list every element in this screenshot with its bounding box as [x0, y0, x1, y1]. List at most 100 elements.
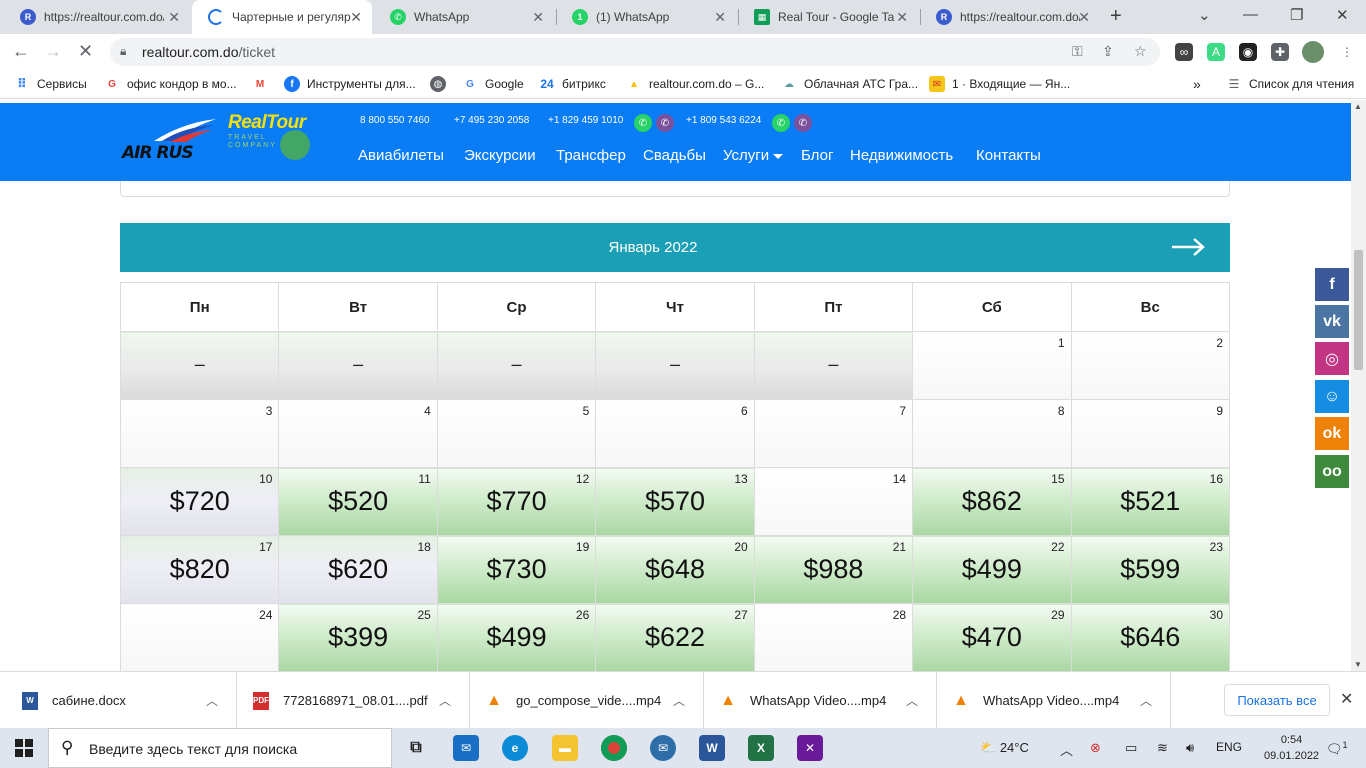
- chevron-up-icon[interactable]: ︿: [206, 692, 218, 709]
- volume-icon[interactable]: 🔊︎: [1186, 740, 1194, 756]
- bookmark-item[interactable]: ☁ Облачная АТС Гра...: [781, 76, 918, 92]
- facebook-icon[interactable]: f: [1315, 268, 1349, 301]
- input-language[interactable]: ENG: [1216, 740, 1242, 754]
- chevron-up-icon[interactable]: ︿: [439, 692, 451, 709]
- calendar-day-price-cell[interactable]: 18 $620: [278, 535, 438, 604]
- nav-blog[interactable]: Блог: [801, 147, 833, 164]
- extension-android-icon[interactable]: A: [1207, 43, 1225, 61]
- battery-icon[interactable]: ▭: [1125, 740, 1137, 756]
- download-item[interactable]: W сабине.docx ︿: [0, 672, 237, 729]
- bookmark-item[interactable]: ✉ 1 · Входящие — Ян...: [929, 76, 1070, 92]
- bookmark-item[interactable]: G Google: [462, 76, 524, 92]
- edge-icon[interactable]: e: [502, 735, 528, 761]
- download-item[interactable]: PDF 7728168971_08.01....pdf ︿: [237, 672, 470, 729]
- word-app-icon[interactable]: W: [699, 735, 725, 761]
- calendar-day-price-cell[interactable]: 22 $499: [912, 535, 1072, 604]
- phone-link[interactable]: +1 809 543 6224: [686, 115, 761, 126]
- bookmark-item[interactable]: M: [252, 76, 275, 92]
- thunderbird-icon[interactable]: ✉: [650, 735, 676, 761]
- url-text[interactable]: realtour.com.do/ticket: [142, 44, 275, 60]
- calendar-day-price-cell[interactable]: 23 $599: [1070, 535, 1231, 604]
- moimir-icon[interactable]: ☺: [1315, 380, 1349, 413]
- page-scrollbar[interactable]: ▲ ▼: [1351, 100, 1366, 671]
- phone-link[interactable]: +1 829 459 1010: [548, 115, 623, 126]
- download-item[interactable]: ▲ WhatsApp Video....mp4 ︿: [704, 672, 937, 729]
- extensions-puzzle-icon[interactable]: ✚: [1271, 43, 1289, 61]
- scroll-down-icon[interactable]: ▼: [1354, 660, 1362, 669]
- browser-tab[interactable]: 1 (1) WhatsApp ✕: [556, 0, 736, 34]
- phone-link[interactable]: +7 495 230 2058: [454, 115, 529, 126]
- bookmark-star-icon[interactable]: ☆: [1134, 43, 1147, 60]
- calendar-day-price-cell[interactable]: 17 $820: [119, 535, 280, 604]
- notifications-icon[interactable]: 🗨︎1: [1326, 740, 1348, 757]
- browser-tab[interactable]: ▦ Real Tour - Google Ta ✕: [738, 0, 918, 34]
- maximize-icon[interactable]: ❐: [1290, 6, 1303, 24]
- file-explorer-icon[interactable]: ▬: [552, 735, 578, 761]
- bookmark-item[interactable]: ▲ realtour.com.do – G...: [626, 76, 764, 92]
- instagram-icon[interactable]: ◎: [1315, 342, 1349, 375]
- task-view-icon[interactable]: ⧉: [403, 735, 429, 761]
- realtour-logo[interactable]: RealTour TRAVEL COMPANY: [228, 112, 310, 160]
- media-app-icon[interactable]: ✕: [797, 735, 823, 761]
- calendar-day-price-cell[interactable]: 19 $730: [436, 535, 597, 604]
- calendar-day-price-cell[interactable]: 15 $862: [912, 467, 1072, 536]
- browser-tab[interactable]: R https://realtour.com.do/ ✕: [920, 0, 1100, 34]
- close-shelf-icon[interactable]: ✕: [1340, 689, 1353, 709]
- new-tab-icon[interactable]: +: [1110, 5, 1122, 28]
- close-window-icon[interactable]: ✕: [1336, 6, 1349, 24]
- calendar-day-price-cell[interactable]: 12 $770: [436, 467, 597, 536]
- calendar-day-price-cell[interactable]: 21 $988: [753, 535, 914, 604]
- tab-search-icon[interactable]: ⌄: [1198, 6, 1211, 24]
- reading-list[interactable]: ☰ Список для чтения: [1226, 76, 1355, 92]
- close-tab-icon[interactable]: ✕: [350, 9, 362, 26]
- tripadvisor-icon[interactable]: oo: [1315, 455, 1349, 488]
- show-hidden-icons-icon[interactable]: ︿: [1060, 740, 1073, 759]
- nav-weddings[interactable]: Свадьбы: [643, 147, 706, 164]
- chrome-menu-icon[interactable]: ⋮: [1338, 43, 1356, 61]
- calendar-day-price-cell[interactable]: 25 $399: [278, 603, 438, 671]
- chevron-up-icon[interactable]: ︿: [673, 692, 685, 709]
- whatsapp-icon[interactable]: ✆: [634, 114, 652, 132]
- chevron-up-icon[interactable]: ︿: [906, 692, 918, 709]
- taskbar-clock[interactable]: 0:54 09.01.2022: [1264, 732, 1319, 764]
- viber-icon[interactable]: ✆: [656, 114, 674, 132]
- whatsapp-icon[interactable]: ✆: [772, 114, 790, 132]
- vk-icon[interactable]: vk: [1315, 305, 1349, 338]
- scroll-up-icon[interactable]: ▲: [1354, 102, 1362, 111]
- close-tab-icon[interactable]: ✕: [1078, 9, 1090, 26]
- nav-contacts[interactable]: Контакты: [976, 147, 1041, 164]
- calendar-day-price-cell[interactable]: 30 $646: [1070, 603, 1231, 671]
- share-icon[interactable]: ⇪: [1102, 43, 1114, 60]
- calendar-day-price-cell[interactable]: 27 $622: [595, 603, 755, 671]
- minimize-icon[interactable]: —: [1243, 6, 1258, 23]
- close-tab-icon[interactable]: ✕: [896, 9, 908, 26]
- profile-avatar[interactable]: [1302, 41, 1324, 63]
- calendar-day-price-cell[interactable]: 10 $720: [119, 467, 280, 536]
- browser-tab[interactable]: ✆ WhatsApp ✕: [374, 0, 554, 34]
- antivirus-icon[interactable]: ⊗: [1090, 740, 1101, 756]
- bookmark-item[interactable]: ⠿ Сервисы: [14, 76, 87, 92]
- address-bar[interactable]: 🔒︎ realtour.com.do/ticket ⚿ ⇪ ☆: [110, 38, 1160, 66]
- chevron-up-icon[interactable]: ︿: [1140, 692, 1152, 709]
- nav-real-estate[interactable]: Недвижимость: [850, 147, 953, 164]
- close-tab-icon[interactable]: ✕: [714, 9, 726, 26]
- back-icon[interactable]: ←: [12, 41, 30, 62]
- bookmark-item[interactable]: 24 битрикс: [539, 76, 606, 92]
- download-item[interactable]: ▲ WhatsApp Video....mp4 ︿: [937, 672, 1171, 729]
- calendar-day-price-cell[interactable]: 29 $470: [912, 603, 1072, 671]
- extension-glasses-icon[interactable]: ∞: [1175, 43, 1193, 61]
- odnoklassniki-icon[interactable]: ok: [1315, 417, 1349, 450]
- extension-camera-icon[interactable]: ◉: [1239, 43, 1257, 61]
- calendar-day-price-cell[interactable]: 26 $499: [436, 603, 597, 671]
- forward-icon[interactable]: →: [44, 41, 62, 62]
- chrome-icon[interactable]: [601, 735, 627, 761]
- download-item[interactable]: ▲ go_compose_vide....mp4 ︿: [470, 672, 704, 729]
- wifi-icon[interactable]: ≋: [1157, 740, 1168, 756]
- mail-app-icon[interactable]: ✉: [453, 735, 479, 761]
- calendar-day-price-cell[interactable]: 13 $570: [595, 467, 755, 536]
- nav-services[interactable]: Услуги: [723, 147, 784, 164]
- scrollbar-thumb[interactable]: [1354, 250, 1363, 370]
- bookmark-item[interactable]: f Инструменты для...: [284, 76, 416, 92]
- browser-tab[interactable]: R https://realtour.com.do/ ✕: [4, 0, 190, 34]
- lock-icon[interactable]: 🔒︎: [120, 44, 126, 59]
